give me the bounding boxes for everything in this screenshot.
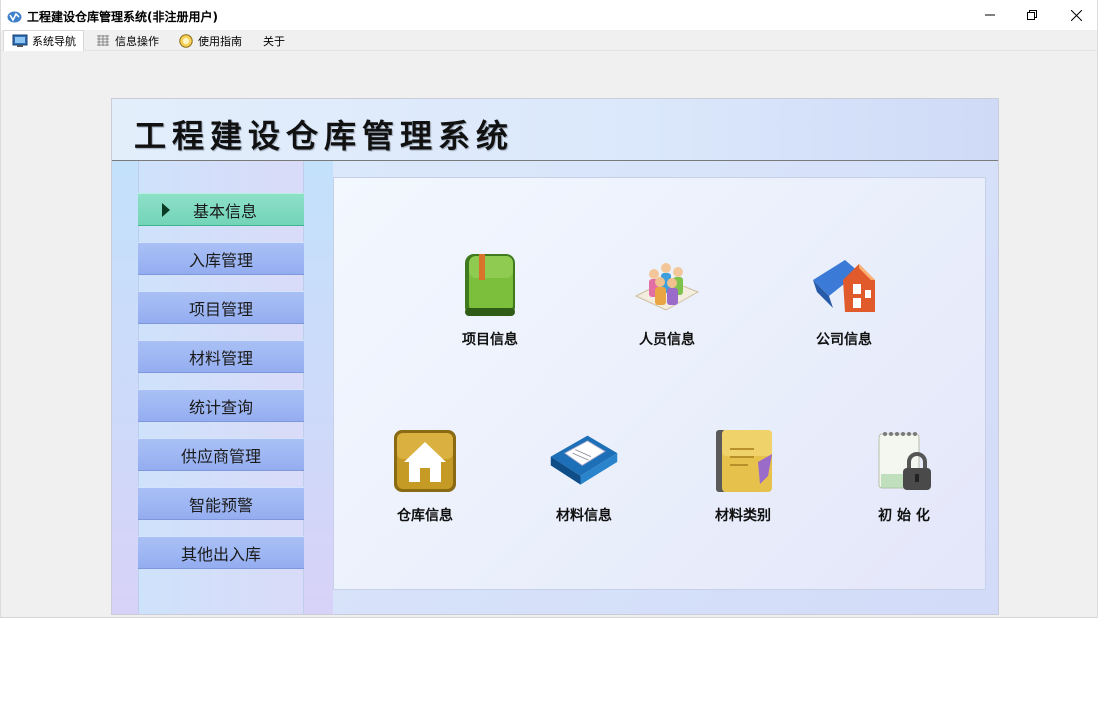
title-bar: 工程建设仓库管理系统(非注册用户) (1, 0, 1097, 30)
restore-button[interactable] (1009, 0, 1055, 30)
banner: 工程建设仓库管理系统 (112, 99, 998, 161)
tile-company-info[interactable]: 公司信息 (789, 250, 899, 360)
app-window: 工程建设仓库管理系统(非注册用户) 系统导航 信息操作 使用指南 关于 工程建设… (0, 0, 1098, 618)
tile-label: 人员信息 (639, 332, 695, 348)
menu-label: 关于 (263, 34, 285, 48)
content-area: 项目信息 人员信息 公司信息 仓库信息 材料信息 材料类别 初 始 化 (333, 161, 998, 614)
green-book-icon (465, 254, 515, 316)
main-panel: 工程建设仓库管理系统 基本信息 入库管理 项目管理 材料管理 统计查询 供应商管… (112, 99, 998, 614)
help-icon (179, 33, 193, 48)
monitor-icon (12, 34, 28, 47)
menu-bar: 系统导航 信息操作 使用指南 关于 (1, 30, 1097, 51)
sidebar-item-label: 统计查询 (188, 397, 253, 417)
sidebar-item-projects[interactable]: 项目管理 (138, 291, 304, 324)
banner-title: 工程建设仓库管理系统 (134, 117, 515, 155)
sidebar-item-label: 入库管理 (188, 250, 253, 270)
tile-label: 材料类别 (715, 508, 771, 524)
menu-item-about[interactable]: 关于 (263, 30, 285, 51)
menu-item-user-guide[interactable]: 使用指南 (178, 30, 242, 51)
sidebar-item-materials[interactable]: 材料管理 (138, 340, 304, 373)
sidebar-item-label: 其他出入库 (180, 544, 261, 564)
sidebar-item-label: 基本信息 (193, 201, 258, 221)
sidebar-item-label: 项目管理 (188, 299, 253, 319)
tile-material-info[interactable]: 材料信息 (529, 426, 639, 536)
menu-item-info-ops[interactable]: 信息操作 (95, 30, 159, 51)
app-logo-icon (7, 11, 22, 23)
tile-label: 初 始 化 (878, 508, 930, 524)
sidebar-item-inbound[interactable]: 入库管理 (138, 242, 304, 275)
sidebar-item-label: 智能预警 (188, 495, 253, 515)
menu-label: 使用指南 (198, 34, 242, 48)
window-title: 工程建设仓库管理系统(非注册用户) (27, 10, 218, 24)
grid-icon (97, 34, 109, 46)
sidebar-item-smart-alerts[interactable]: 智能预警 (138, 487, 304, 520)
sidebar: 基本信息 入库管理 项目管理 材料管理 统计查询 供应商管理 智能预警 其他出入… (112, 161, 333, 614)
play-arrow-icon (162, 202, 170, 217)
tile-label: 项目信息 (462, 332, 518, 348)
menu-label: 系统导航 (32, 35, 76, 48)
tile-initialize[interactable]: 初 始 化 (849, 426, 959, 536)
sidebar-item-suppliers[interactable]: 供应商管理 (138, 438, 304, 471)
sidebar-item-statistics[interactable]: 统计查询 (138, 389, 304, 422)
tile-grid: 项目信息 人员信息 公司信息 仓库信息 材料信息 材料类别 初 始 化 (333, 177, 986, 590)
tile-staff-info[interactable]: 人员信息 (612, 250, 722, 360)
tile-project-info[interactable]: 项目信息 (435, 250, 545, 360)
menu-label: 信息操作 (115, 34, 159, 48)
warehouse-house-icon (394, 430, 456, 492)
sidebar-item-label: 材料管理 (188, 348, 253, 368)
tile-warehouse-info[interactable]: 仓库信息 (370, 426, 480, 536)
sidebar-item-other-io[interactable]: 其他出入库 (138, 536, 304, 569)
tile-label: 仓库信息 (397, 508, 453, 524)
menu-item-system-nav[interactable]: 系统导航 (3, 30, 84, 51)
tile-material-category[interactable]: 材料类别 (688, 426, 798, 536)
minimize-icon (985, 14, 995, 16)
close-button[interactable] (1053, 0, 1098, 30)
lock-notepad-icon (878, 432, 931, 490)
close-icon (1070, 9, 1082, 21)
category-notebook-icon (716, 430, 772, 492)
people-icon (634, 263, 700, 311)
tile-label: 材料信息 (556, 508, 612, 524)
company-house-icon (813, 260, 875, 312)
sidebar-item-basic-info[interactable]: 基本信息 (138, 193, 304, 226)
tile-label: 公司信息 (816, 332, 872, 348)
material-book-icon (550, 435, 618, 485)
minimize-button[interactable] (967, 0, 1013, 30)
restore-icon (1027, 10, 1037, 20)
sidebar-item-label: 供应商管理 (180, 446, 261, 466)
